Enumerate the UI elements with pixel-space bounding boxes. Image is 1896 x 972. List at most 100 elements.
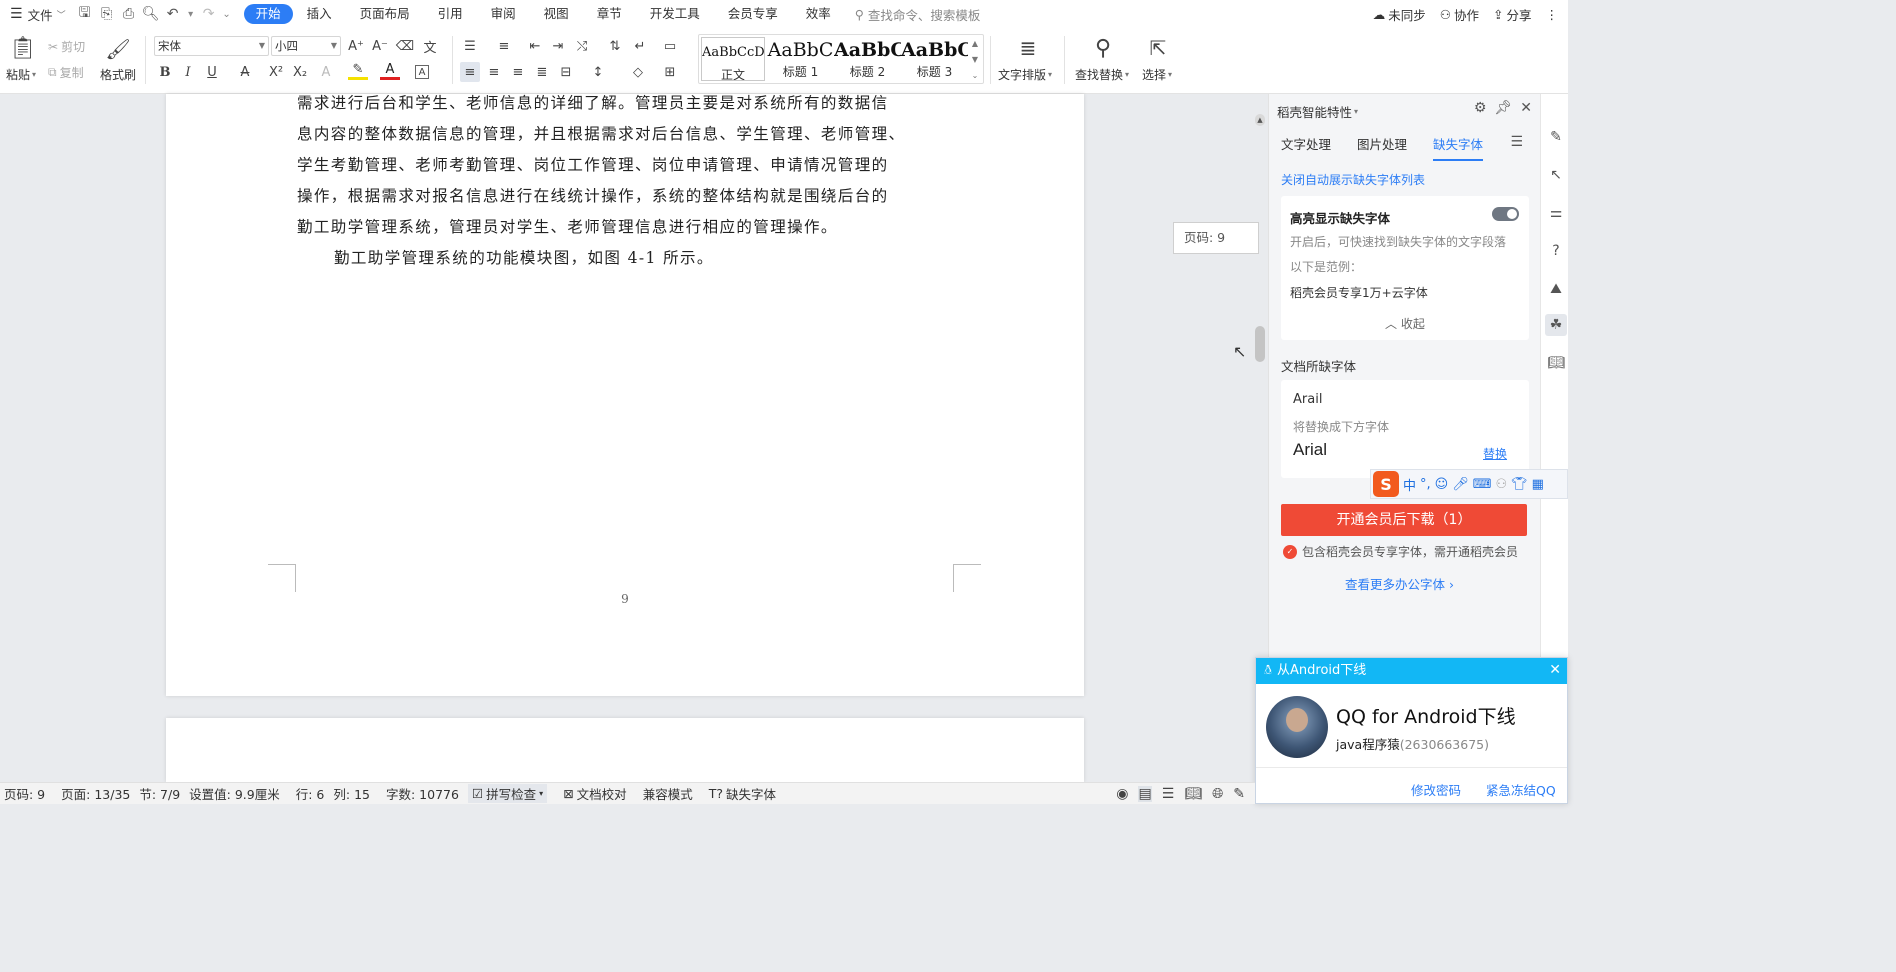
tab-review[interactable]: 审阅 <box>477 4 530 24</box>
help-icon[interactable]: ? <box>1547 242 1565 260</box>
line-spacing-icon[interactable]: ↕ <box>588 62 608 82</box>
tab-page-layout[interactable]: 页面布局 <box>346 4 424 24</box>
status-page-number[interactable]: 页码: 9 <box>4 784 45 803</box>
pin-icon[interactable]: 📌︎ <box>1494 100 1512 116</box>
find-icon[interactable]: ⚲ <box>1091 34 1115 62</box>
close-icon[interactable]: ✕ <box>1549 662 1561 678</box>
pen-icon[interactable]: ✎ <box>1547 128 1565 146</box>
reading-view-icon[interactable]: 📖︎ <box>1184 786 1202 802</box>
increase-indent-icon[interactable]: ⇥ <box>548 36 568 56</box>
document-body[interactable]: 需求进行后台和学生、老师信息的详细了解。管理员主要是对系统所有的数据信 息内容的… <box>297 88 957 274</box>
document-page-next[interactable] <box>166 718 1084 782</box>
spell-check-button[interactable]: ☑ 拼写检查 ▾ <box>467 784 548 803</box>
status-setting[interactable]: 设置值: 9.9厘米 <box>189 784 280 803</box>
status-col[interactable]: 列: 15 <box>333 784 370 803</box>
eye-protection-icon[interactable]: ◉ <box>1116 786 1128 802</box>
pointer-icon[interactable]: ↖ <box>1547 166 1565 184</box>
show-marks-icon[interactable]: ↵ <box>630 36 650 56</box>
member-download-button[interactable]: 开通会员后下载（1） <box>1281 504 1527 536</box>
text-layout-icon[interactable]: ≣ <box>1016 34 1040 62</box>
format-painter-icon[interactable]: 🖌︎ <box>105 36 130 62</box>
tab-view[interactable]: 视图 <box>530 4 583 24</box>
web-view-icon[interactable]: 🌐︎ <box>1212 786 1223 802</box>
status-section[interactable]: 节: 7/9 <box>139 784 180 803</box>
close-icon[interactable]: ✕ <box>1520 100 1532 116</box>
copy-button[interactable]: ⧉ 复制 <box>48 64 84 81</box>
tab-chapter[interactable]: 章节 <box>583 4 636 24</box>
menu-icon[interactable]: ☰ <box>1510 134 1523 150</box>
ime-mode[interactable]: 中 <box>1403 475 1416 494</box>
shrink-font-icon[interactable]: A⁻ <box>370 36 390 56</box>
font-color-icon[interactable]: A <box>380 62 400 80</box>
underline-icon[interactable]: U <box>202 62 222 82</box>
paste-button[interactable]: 粘贴 ▾ <box>6 66 36 83</box>
cut-button[interactable]: ✂ 剪切 <box>48 38 85 55</box>
punctuation-icon[interactable]: °, <box>1420 477 1431 492</box>
tab-text-processing[interactable]: 文字处理 <box>1281 134 1331 161</box>
status-word-count[interactable]: 字数: 10776 <box>386 784 459 803</box>
collab-button[interactable]: ⚇ 协作 <box>1440 5 1479 24</box>
sort-icon[interactable]: ⇅ <box>605 36 625 56</box>
emoji-icon[interactable]: ☺ <box>1435 477 1449 492</box>
highlight-icon[interactable]: ✎ <box>348 62 368 80</box>
superscript-icon[interactable]: X² <box>266 62 286 82</box>
table-ruler-icon[interactable]: ▭ <box>660 36 680 56</box>
toolbox-icon[interactable]: ▦ <box>1532 477 1544 492</box>
image-tools-icon[interactable]: ⛰ <box>1547 280 1565 298</box>
keyboard-icon[interactable]: ⌨ <box>1473 477 1492 492</box>
redo-icon[interactable]: ↷ <box>198 3 220 25</box>
decrease-indent-icon[interactable]: ⇤ <box>525 36 545 56</box>
microphone-icon[interactable]: 🎤︎ <box>1452 477 1469 492</box>
font-size-select[interactable]: 小四 ▼ <box>271 36 341 56</box>
change-password-link[interactable]: 修改密码 <box>1411 780 1461 799</box>
more-fonts-link[interactable]: 查看更多办公字体 › <box>1345 574 1454 593</box>
print-icon[interactable]: ⎙ <box>118 3 140 25</box>
italic-icon[interactable]: I <box>178 62 198 82</box>
sliders-icon[interactable]: ⚌ <box>1547 204 1565 222</box>
scrollbar-thumb[interactable] <box>1255 326 1265 362</box>
select-cursor-icon[interactable]: ⇱ <box>1147 34 1169 62</box>
outline-view-icon[interactable]: ☰ <box>1162 786 1175 802</box>
undo-dropdown-icon[interactable]: ▾ <box>184 3 198 25</box>
grow-font-icon[interactable]: A⁺ <box>346 36 366 56</box>
replace-button[interactable]: 替换 <box>1483 445 1507 462</box>
write-mode-icon[interactable]: ✎ <box>1233 786 1245 802</box>
subscript-icon[interactable]: X₂ <box>290 62 310 82</box>
strikethrough-icon[interactable]: A <box>235 62 255 82</box>
style-normal[interactable]: AaBbCcDd 正文 <box>701 37 765 81</box>
format-painter-button[interactable]: 格式刷 <box>100 66 136 83</box>
char-border-icon[interactable]: A <box>415 65 429 79</box>
user-icon[interactable]: ⚇ <box>1496 477 1508 492</box>
more-menu-icon[interactable]: ⋮ <box>1546 7 1559 22</box>
save-icon[interactable]: 🖫 <box>74 3 96 25</box>
tab-efficiency[interactable]: 效率 <box>792 4 845 24</box>
page-view-icon[interactable]: ▤ <box>1138 786 1152 802</box>
highlight-toggle[interactable] <box>1492 207 1519 221</box>
missing-font-button[interactable]: T? 缺失字体 <box>709 784 776 803</box>
tab-image-processing[interactable]: 图片处理 <box>1357 134 1407 161</box>
align-right-icon[interactable]: ≡ <box>508 62 528 82</box>
doc-proofread-button[interactable]: ⊠ 文档校对 <box>563 784 627 803</box>
text-layout-button[interactable]: 文字排版 ▾ <box>998 66 1052 83</box>
style-heading-1[interactable]: AaBbC 标题 1 <box>767 35 834 83</box>
align-left-icon[interactable]: ≡ <box>460 62 480 82</box>
borders-icon[interactable]: ⊞ <box>660 62 680 82</box>
select-button[interactable]: 选择 ▾ <box>1142 66 1172 83</box>
file-menu[interactable]: ☰ 文件 ﹀ <box>0 5 74 24</box>
status-row[interactable]: 行: 6 <box>296 784 325 803</box>
undo-icon[interactable]: ↶ <box>162 3 184 25</box>
tab-references[interactable]: 引用 <box>424 4 477 24</box>
tab-insert[interactable]: 插入 <box>293 4 346 24</box>
paste-icon[interactable]: 📋︎ <box>8 34 38 62</box>
scroll-up-icon[interactable]: ▲ <box>1255 114 1265 126</box>
font-name-select[interactable]: 宋体 ▼ <box>154 36 269 56</box>
chinese-layout-icon[interactable]: ⤭ <box>572 36 592 56</box>
quick-access-more-icon[interactable]: ⌄ <box>220 3 234 25</box>
sync-status[interactable]: ☁ 未同步 <box>1373 5 1426 24</box>
settings-icon[interactable]: ⚙ <box>1474 100 1487 116</box>
panel-title[interactable]: 稻壳智能特性 ▾ <box>1277 102 1358 121</box>
export-pdf-icon[interactable]: ⎘ <box>96 3 118 25</box>
shading-icon[interactable]: ◇ <box>628 62 648 82</box>
styles-scroller[interactable]: ▲ ▼ ⌄ <box>968 35 982 83</box>
tab-home[interactable]: 开始 <box>243 4 293 24</box>
